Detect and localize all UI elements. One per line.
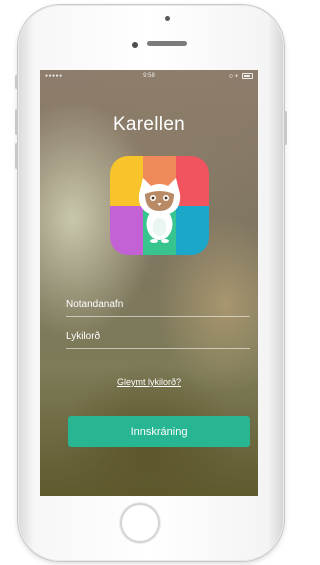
username-field[interactable]: Notandanafn — [66, 292, 250, 317]
status-indicator-icons: ⊙ ✈ — [228, 73, 239, 80]
proximity-sensor — [165, 16, 170, 21]
login-button[interactable]: Innskráning — [68, 416, 250, 447]
username-placeholder: Notandanafn — [66, 299, 124, 310]
status-time: 9:58 — [143, 73, 155, 79]
home-button[interactable] — [120, 503, 160, 543]
password-field[interactable]: Lykilorð — [66, 324, 250, 349]
battery-icon — [242, 73, 253, 79]
earpiece-speaker — [147, 41, 187, 46]
status-bar: ●●●●● 9:58 ⊙ ✈ — [40, 70, 258, 84]
password-placeholder: Lykilorð — [66, 331, 101, 342]
phone-screen: ●●●●● 9:58 ⊙ ✈ Karellen Notandanafn Lyki… — [40, 70, 258, 496]
owl-logo-icon — [110, 156, 209, 255]
status-indicators: ⊙ ✈ — [229, 73, 253, 79]
front-camera — [132, 42, 138, 48]
power-button — [284, 111, 287, 145]
volume-down-button — [15, 143, 18, 169]
mute-switch — [15, 75, 18, 89]
volume-up-button — [15, 109, 18, 135]
app-title: Karellen — [112, 114, 186, 135]
forgot-password-link[interactable]: Gleymt lykilorð? — [40, 377, 258, 387]
